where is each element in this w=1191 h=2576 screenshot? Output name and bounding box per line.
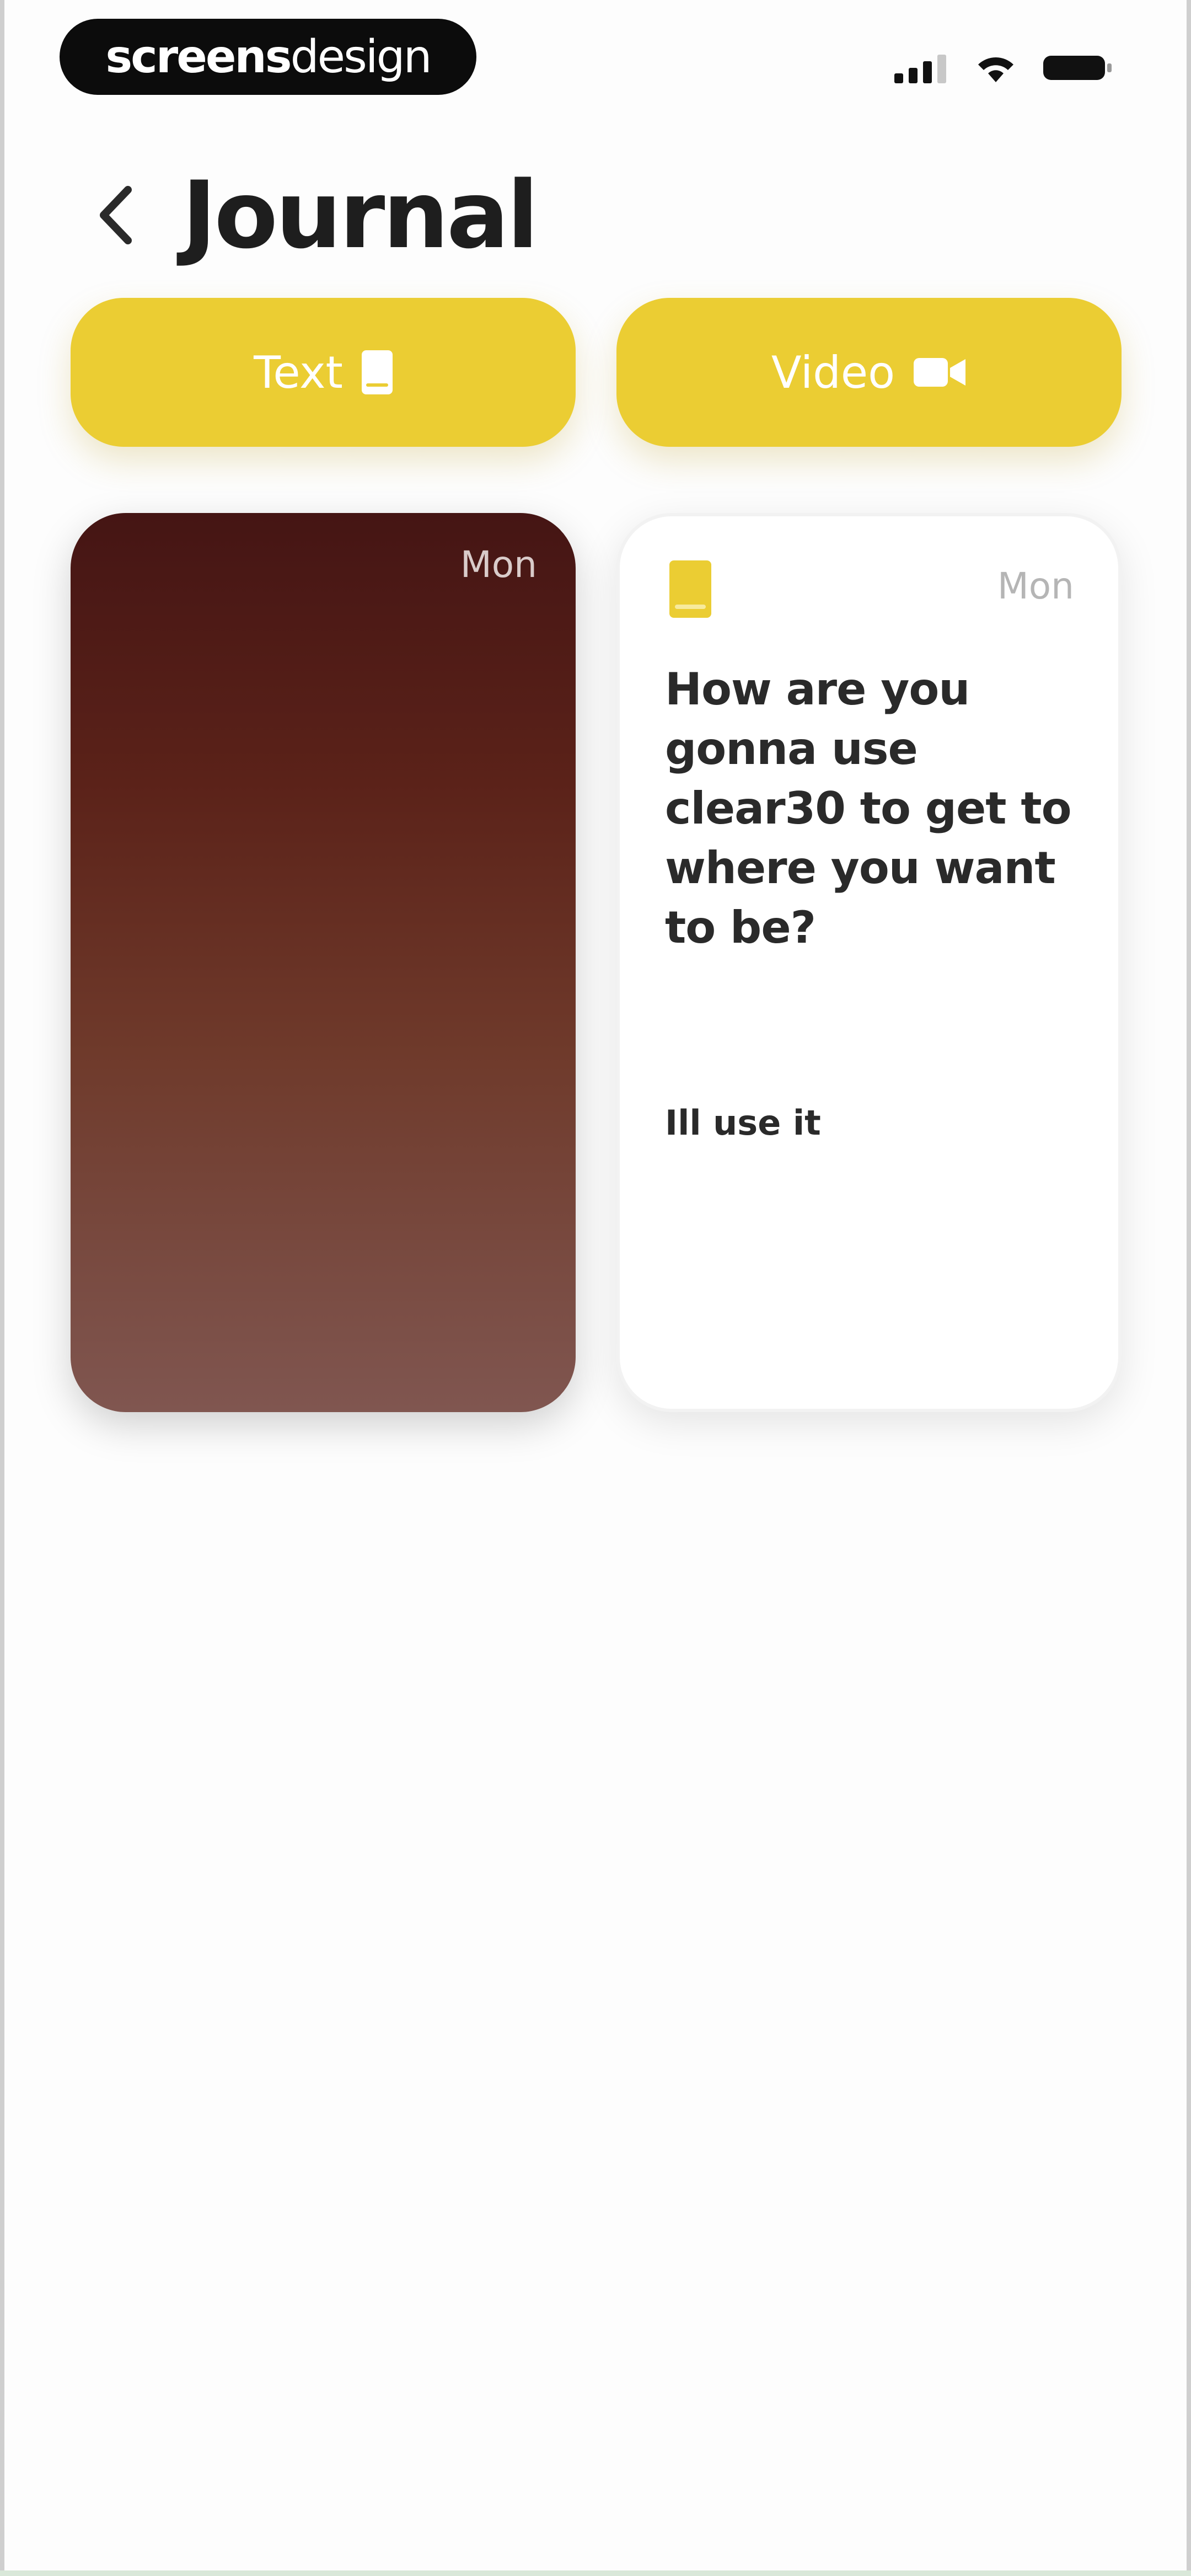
video-camera-icon xyxy=(914,358,966,387)
brand-name-light: design xyxy=(290,30,432,83)
entry-question: How are you gonna use clear30 to get to … xyxy=(665,664,1072,953)
status-bar: screens design xyxy=(0,0,1191,127)
page-title: Journal xyxy=(182,161,539,269)
brand-name-bold: screens xyxy=(105,30,292,83)
note-icon xyxy=(361,350,393,394)
video-entry-card[interactable]: Mon xyxy=(71,513,576,1412)
device-frame-right xyxy=(1187,0,1191,2576)
text-entry-label: Text xyxy=(254,346,343,398)
text-entry-card[interactable]: Mon How are you gonna use clear30 to get… xyxy=(616,513,1122,1412)
header: Journal xyxy=(0,149,1191,281)
wifi-icon xyxy=(978,57,1013,82)
journal-screen: screens design Journal Text Video Mon Mo… xyxy=(0,0,1191,2576)
entry-type-buttons: Text Video xyxy=(71,298,1122,447)
note-icon xyxy=(669,560,711,618)
status-icons xyxy=(894,49,1114,87)
journal-entries: Mon Mon How are you gonna use clear30 to… xyxy=(71,513,1122,1418)
entry-day: Mon xyxy=(460,543,537,586)
video-entry-button[interactable]: Video xyxy=(616,298,1122,447)
device-frame-bottom xyxy=(0,2570,1191,2576)
device-frame-left xyxy=(0,0,4,2576)
brand-watermark: screens design xyxy=(60,19,476,95)
video-entry-label: Video xyxy=(771,346,895,398)
chevron-left-icon xyxy=(100,186,132,244)
back-button[interactable] xyxy=(83,179,149,251)
entry-answer: Ill use it xyxy=(665,1103,821,1143)
battery-icon xyxy=(1043,56,1112,80)
text-entry-button[interactable]: Text xyxy=(71,298,576,447)
entry-day: Mon xyxy=(997,565,1074,607)
signal-icon xyxy=(894,55,946,83)
